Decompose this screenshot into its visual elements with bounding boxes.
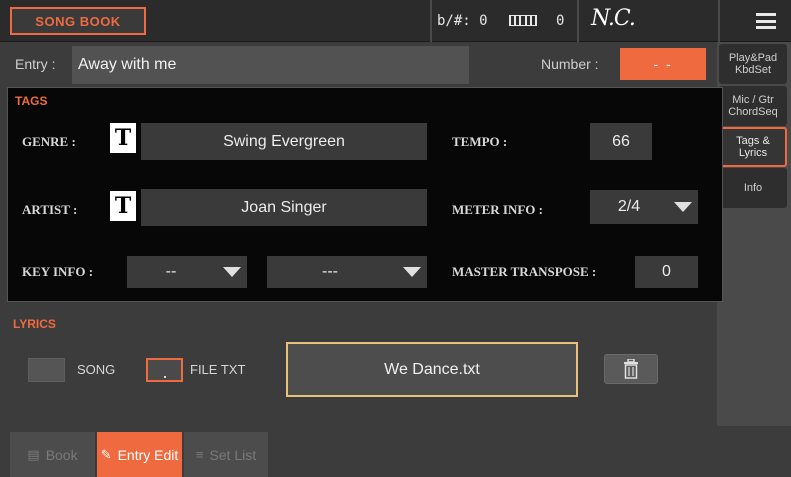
tempo-label: TEMPO : [452, 134, 508, 149]
master-transpose-field[interactable]: 0 [635, 256, 698, 288]
chevron-down-icon [403, 267, 421, 277]
text-edit-icon[interactable]: T [110, 191, 136, 221]
number-label: Number : [541, 56, 599, 72]
entry-name-field[interactable]: Away with me [72, 46, 469, 84]
file-txt-checkbox[interactable] [146, 358, 183, 382]
key-info-dropdown-1[interactable]: -- [127, 256, 247, 288]
book-icon: ▤ [27, 446, 40, 462]
meter-info-value: 2/4 [617, 198, 641, 215]
tags-panel: TAGS GENRE : T Swing Evergreen TEMPO : 6… [7, 87, 723, 302]
text-edit-icon[interactable]: T [110, 123, 136, 153]
menu-icon[interactable] [756, 13, 776, 29]
separator [577, 0, 579, 42]
tab-tags-lyrics[interactable]: Tags & Lyrics [719, 127, 787, 167]
tab-play-pad-kbdset[interactable]: Play&Pad KbdSet [719, 44, 787, 84]
song-option-label: SONG [77, 362, 116, 377]
entry-label: Entry : [15, 56, 56, 72]
tempo-field[interactable]: 66 [590, 123, 652, 160]
lyrics-title: LYRICS [13, 317, 56, 331]
genre-field[interactable]: Swing Evergreen [141, 123, 427, 160]
pencil-icon: ✎ [100, 446, 112, 462]
tags-title: TAGS [15, 94, 48, 108]
trash-icon [624, 359, 638, 379]
file-txt-option-label: FILE TXT [190, 362, 246, 377]
tab-entry-edit-label: Entry Edit [117, 446, 179, 463]
song-checkbox[interactable] [28, 358, 65, 382]
key-info-label: KEY INFO : [22, 264, 94, 279]
separator [718, 0, 720, 42]
tab-entry-edit[interactable]: ✎ Entry Edit [97, 432, 182, 477]
flat-sharp-readout: b/#: 0 [437, 13, 488, 29]
tab-set-list[interactable]: ≡ Set List [184, 432, 268, 477]
master-transpose-label: MASTER TRANSPOSE : [452, 264, 597, 279]
tab-info[interactable]: Info [719, 168, 787, 208]
separator [430, 0, 432, 42]
tab-mic-gtr-chordseq[interactable]: Mic / Gtr ChordSeq [719, 86, 787, 126]
artist-label: ARTIST : [22, 202, 78, 217]
key-info-value-2: --- [322, 263, 338, 280]
key-info-dropdown-2[interactable]: --- [267, 256, 427, 288]
meter-info-dropdown[interactable]: 2/4 [590, 190, 698, 224]
keyboard-icon [509, 15, 537, 26]
number-field[interactable]: - - [620, 48, 706, 80]
key-info-value-1: -- [165, 263, 177, 280]
song-book-button[interactable]: SONG BOOK [10, 7, 146, 35]
list-icon: ≡ [195, 447, 204, 462]
artist-field[interactable]: Joan Singer [141, 189, 427, 226]
chord-display: N.C. [591, 6, 636, 31]
genre-label: GENRE : [22, 134, 76, 149]
top-bar: SONG BOOK b/#: 0 0 N.C. [0, 0, 791, 42]
keyboard-value: 0 [556, 13, 565, 29]
tab-book[interactable]: ▤ Book [10, 432, 95, 477]
chevron-down-icon [674, 202, 692, 212]
chevron-down-icon [223, 267, 241, 277]
meter-info-label: METER INFO : [452, 202, 543, 217]
lyrics-file-field[interactable]: We Dance.txt [286, 342, 578, 397]
entry-row: Entry : Away with me Number : - - [8, 46, 713, 84]
tab-book-label: Book [45, 446, 78, 463]
delete-button[interactable] [604, 354, 658, 384]
tab-set-list-label: Set List [209, 446, 257, 463]
